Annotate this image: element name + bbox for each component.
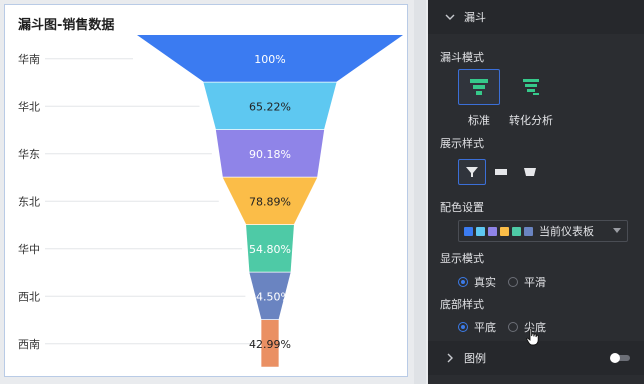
color-scheme-value: 当前仪表板 bbox=[539, 225, 594, 238]
trapezoid-icon bbox=[524, 168, 536, 176]
mode-conversion-label[interactable]: 转化分析 bbox=[509, 112, 553, 128]
radio-flat-bottom[interactable] bbox=[458, 322, 468, 332]
settings-panel: 漏斗 漏斗模式 标准 转化分析 展示样式 配色设置 当前仪表板 显示模式 真实 … bbox=[428, 0, 644, 384]
radio-smooth[interactable] bbox=[508, 277, 518, 287]
legend-section-header[interactable]: 图例 bbox=[428, 341, 644, 375]
funnel-category-label: 华东 bbox=[18, 147, 40, 161]
color-swatch bbox=[512, 226, 521, 236]
radio-flat-bottom-label[interactable]: 平底 bbox=[474, 319, 496, 335]
funnel-category-label: 西南 bbox=[18, 338, 40, 351]
funnel-value-label: 78.89% bbox=[249, 195, 291, 208]
funnel-value-label: 94.50% bbox=[249, 290, 291, 303]
funnel-standard-icon bbox=[470, 79, 488, 95]
funnel-category-label: 西北 bbox=[18, 290, 40, 303]
funnel-value-label: 65.22% bbox=[249, 100, 291, 113]
toggle-knob bbox=[610, 353, 620, 363]
funnel-conversion-icon bbox=[523, 79, 539, 95]
radio-real-label[interactable]: 真实 bbox=[474, 274, 496, 290]
funnel-value-label: 42.99% bbox=[249, 338, 291, 351]
mode-standard-button[interactable] bbox=[458, 69, 500, 105]
chevron-right-icon bbox=[447, 353, 453, 363]
funnel-category-label: 东北 bbox=[18, 195, 40, 208]
legend-title: 图例 bbox=[464, 352, 486, 365]
radio-real[interactable] bbox=[458, 277, 468, 287]
funnel-category-label: 华中 bbox=[18, 242, 40, 256]
color-swatch bbox=[488, 226, 497, 236]
bottom-style-label: 底部样式 bbox=[440, 298, 484, 311]
caret-down-icon bbox=[613, 228, 621, 233]
mode-conversion-button[interactable] bbox=[510, 69, 552, 105]
color-swatch bbox=[464, 226, 473, 236]
color-scheme-select[interactable]: 当前仪表板 bbox=[458, 220, 628, 242]
color-swatch bbox=[524, 226, 533, 236]
funnel-section-header[interactable]: 漏斗 bbox=[428, 0, 644, 34]
style-funnel-button[interactable] bbox=[458, 159, 486, 185]
section-title: 漏斗 bbox=[464, 11, 486, 24]
style-rect-button[interactable] bbox=[487, 159, 515, 185]
funnel-chart: 华南 100% 华北 65.22% 华东 90.18% 东北 78.89% 华中 54.80% 西北… bbox=[18, 35, 403, 367]
funnel-value-label: 54.80% bbox=[249, 243, 291, 256]
color-swatch bbox=[500, 226, 509, 236]
legend-toggle[interactable] bbox=[610, 353, 630, 363]
rect-icon bbox=[495, 169, 507, 175]
radio-pointed-bottom[interactable] bbox=[508, 322, 518, 332]
color-swatch bbox=[476, 226, 485, 236]
chevron-down-icon bbox=[445, 14, 455, 20]
funnel-value-label: 100% bbox=[254, 53, 285, 66]
style-trapezoid-button[interactable] bbox=[516, 159, 544, 185]
funnel-icon bbox=[466, 167, 478, 177]
hand-cursor-icon bbox=[526, 328, 539, 346]
funnel-category-label: 华北 bbox=[18, 99, 40, 113]
radio-smooth-label[interactable]: 平滑 bbox=[524, 274, 546, 290]
display-style-label: 展示样式 bbox=[440, 137, 484, 150]
bottom-style-radios: 平底 尖底 bbox=[458, 319, 558, 335]
funnel-mode-label: 漏斗模式 bbox=[440, 51, 484, 64]
chart-card: 漏斗图-销售数据 华南 100% 华北 65.22% 华东 90.18% 东北 78.89% 华… bbox=[4, 4, 408, 377]
scrollbar-track[interactable] bbox=[414, 0, 426, 384]
display-mode-label: 显示模式 bbox=[440, 252, 484, 265]
color-setting-label: 配色设置 bbox=[440, 201, 484, 214]
funnel-value-label: 90.18% bbox=[249, 148, 291, 161]
display-mode-radios: 真实 平滑 bbox=[458, 274, 558, 290]
funnel-category-label: 华南 bbox=[18, 52, 40, 66]
mode-standard-label[interactable]: 标准 bbox=[468, 112, 490, 128]
